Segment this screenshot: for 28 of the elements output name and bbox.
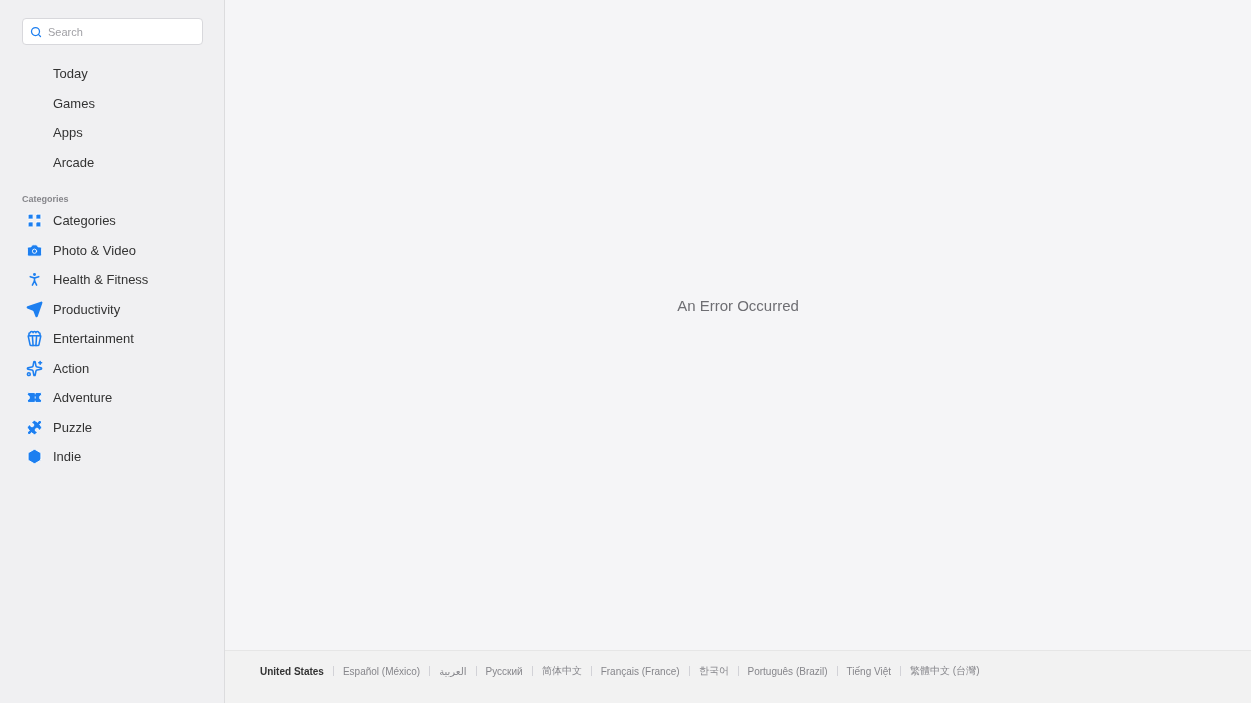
popcorn-icon	[26, 330, 43, 348]
camera-icon	[26, 241, 43, 259]
sidebar-item[interactable]: Health & Fitness	[22, 265, 149, 295]
error-message: An Error Occurred	[677, 296, 799, 314]
sidebar-item[interactable]: Apps	[22, 118, 83, 148]
sidebar-item[interactable]: Arcade	[22, 147, 95, 177]
sidebar-item[interactable]: Productivity	[22, 294, 121, 324]
search-icon	[30, 26, 42, 38]
hexagon-icon	[26, 448, 43, 466]
sidebar-item[interactable]: Categories	[22, 206, 116, 236]
sidebar-item[interactable]: Today	[22, 59, 88, 89]
language-link[interactable]: United States	[260, 665, 324, 677]
sidebar-item[interactable]: Entertainment	[22, 324, 134, 354]
section-heading: Categories	[22, 194, 70, 204]
search-field[interactable]: Search	[22, 18, 203, 45]
sidebar-item[interactable]: Indie	[22, 442, 82, 472]
language-link[interactable]: 한국어	[698, 664, 729, 678]
sidebar-item[interactable]: Puzzle	[22, 412, 93, 442]
language-link[interactable]: 繁體中文 (台灣)	[910, 664, 980, 678]
sidebar-item[interactable]: Games	[22, 88, 95, 118]
grid-icon	[26, 212, 43, 230]
sparkle-icon	[26, 359, 43, 377]
sidebar-item[interactable]: Adventure	[22, 383, 113, 413]
sidebar-item[interactable]: Action	[22, 353, 90, 383]
paper-plane-icon	[26, 300, 43, 318]
puzzle-icon	[26, 418, 43, 436]
sidebar-item[interactable]: Photo & Video	[22, 235, 136, 265]
language-link[interactable]: 简体中文	[541, 664, 582, 678]
